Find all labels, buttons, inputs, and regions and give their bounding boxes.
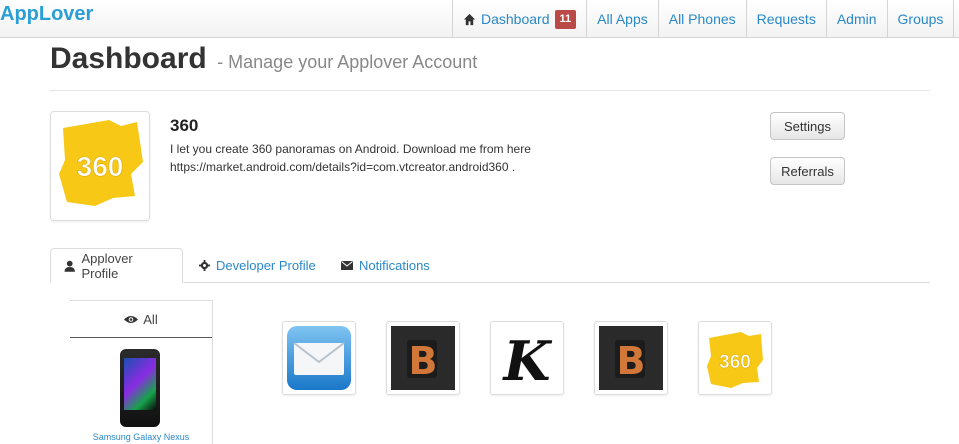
360-app-icon: 360 [59,120,143,206]
app-tile[interactable]: B [386,321,460,395]
page-title: Dashboard [50,42,207,75]
360-app-icon: 360 [707,332,763,388]
home-icon [463,13,476,25]
app-tile[interactable]: 360 [698,321,772,395]
tab-developer-profile[interactable]: Developer Profile [186,248,329,283]
nav-item-dashboard[interactable]: Dashboard 11 [452,0,586,38]
nav-item-requests[interactable]: Requests [745,0,826,38]
filter-all-label: All [143,311,158,327]
phone-image[interactable] [120,349,160,427]
nav-item-all-apps[interactable]: All Apps [586,0,658,38]
user-avatar[interactable]: 360 [953,0,959,38]
phone-name-link[interactable]: Samsung Galaxy Nexus [70,432,212,442]
nav-item-groups[interactable]: Groups [886,0,954,38]
description-line: I let you create 360 panoramas on Androi… [170,142,531,156]
mail-app-icon [287,326,351,390]
tab-label: Notifications [359,258,430,273]
phone-filter-panel: All Samsung Galaxy Nexus [70,300,213,444]
app-tile[interactable]: B [594,321,668,395]
svg-text:360: 360 [719,352,751,373]
referrals-button[interactable]: Referrals [770,157,845,185]
market-link[interactable]: https://market.android.com/details?id=co… [170,158,590,176]
page-subtitle: - Manage your Applover Account [217,52,478,72]
eye-icon [124,315,139,323]
svg-text:B: B [617,339,646,383]
nav-item-label: Dashboard [481,11,550,27]
tab-label: Applover Profile [81,250,133,281]
b-app-icon: B [391,326,455,390]
page-header: Dashboard - Manage your Applover Account [50,42,477,76]
nav-item-all-phones[interactable]: All Phones [657,0,746,38]
tab-notifications[interactable]: Notifications [328,248,443,283]
k-app-icon: K [495,326,559,390]
notification-count-badge: 11 [554,9,577,29]
app-tile[interactable] [282,321,356,395]
app-name: 360 [170,116,199,135]
user-icon [64,260,75,272]
settings-button[interactable]: Settings [770,112,845,140]
b-app-icon: B [599,326,663,390]
app-logo-thumbnail: 360 [50,111,150,221]
phone-screen [124,358,156,410]
top-navbar: AppLover Dashboard 11 All Apps All Phone… [0,0,959,38]
tab-label: Developer Profile [216,258,316,273]
app-tile[interactable]: K [490,321,564,395]
filter-all-button[interactable]: All [70,301,212,338]
svg-text:360: 360 [77,151,124,182]
gear-icon [199,260,210,271]
profile-tabs: Applover Profile Developer Profile Notif… [50,248,930,283]
nav-menu: Dashboard 11 All Apps All Phones Request… [452,0,959,38]
svg-text:K: K [502,329,553,390]
tab-applover-profile[interactable]: Applover Profile [50,248,183,283]
envelope-icon [341,261,353,270]
svg-text:B: B [409,339,438,383]
header-divider [50,90,930,91]
app-description: I let you create 360 panoramas on Androi… [170,140,590,176]
brand-logo[interactable]: AppLover [0,3,93,26]
nav-item-admin[interactable]: Admin [825,0,887,38]
